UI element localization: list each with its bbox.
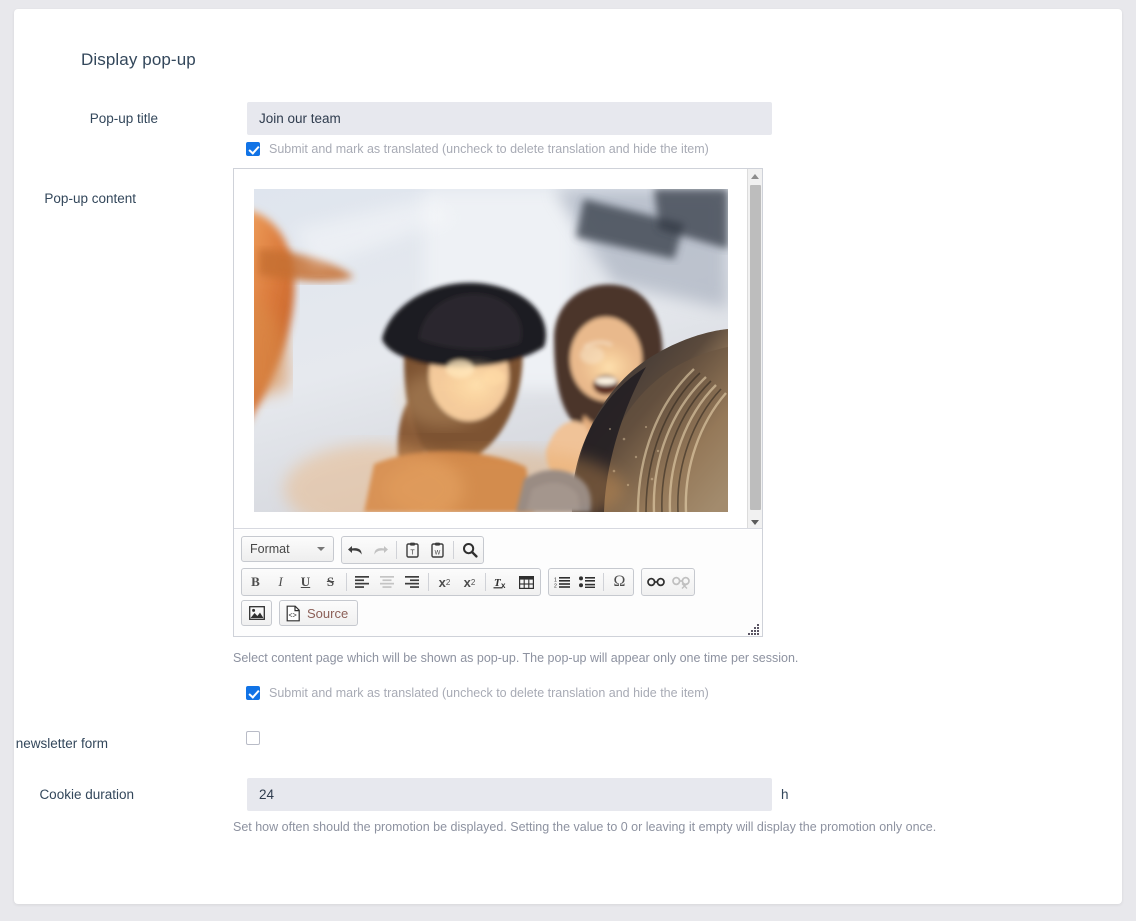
cookie-duration-help: Set how often should the promotion be di… — [233, 820, 937, 834]
toolbar-row-2: B I U S x2 x2 T x 1 2 Ω — [241, 568, 755, 596]
popup-content-translate-row[interactable]: Submit and mark as translated (uncheck t… — [246, 686, 709, 700]
subscript-icon[interactable]: x2 — [432, 570, 457, 594]
toolbar-separator — [396, 541, 397, 559]
paste-from-word-icon[interactable]: W — [425, 538, 450, 562]
newsletter-row[interactable] — [246, 731, 260, 745]
bold-icon[interactable]: B — [243, 570, 268, 594]
paste-as-text-icon[interactable]: T — [400, 538, 425, 562]
align-left-icon[interactable] — [350, 570, 375, 594]
cookie-duration-label: Cookie duration — [39, 787, 134, 802]
editor-vertical-scrollbar[interactable] — [747, 169, 762, 528]
code-icon: <> — [286, 605, 300, 621]
editor-resize-handle[interactable] — [748, 622, 760, 635]
underline-icon[interactable]: U — [293, 570, 318, 594]
undo-icon[interactable] — [343, 538, 368, 562]
format-dropdown-label: Format — [250, 542, 290, 556]
cookie-duration-unit: h — [781, 787, 789, 802]
toolbar-group-formatting: B I U S x2 x2 T x — [241, 568, 541, 596]
svg-text:2: 2 — [554, 584, 557, 588]
toolbar-row-3: <> Source — [241, 600, 755, 626]
unlink-icon — [668, 570, 693, 594]
toolbar-separator — [603, 573, 604, 591]
align-right-icon[interactable] — [400, 570, 425, 594]
remove-format-icon[interactable]: T x — [489, 570, 514, 594]
rich-text-editor[interactable]: Format T W B I U S x 2 x 2 T x 1 2 Ω <> … — [233, 168, 763, 637]
toolbar-separator — [428, 573, 429, 591]
svg-text:W: W — [435, 550, 441, 556]
toolbar-row-1: Format T W — [241, 536, 755, 564]
scroll-up-icon[interactable] — [748, 169, 762, 183]
popup-title-label: Pop-up title — [89, 111, 158, 126]
format-dropdown[interactable]: Format — [241, 536, 334, 562]
chevron-down-icon — [317, 547, 325, 551]
align-center-icon — [375, 570, 400, 594]
newsletter-checkbox[interactable] — [246, 731, 260, 745]
svg-text:<>: <> — [289, 612, 297, 619]
cookie-duration-input[interactable] — [247, 778, 772, 811]
newsletter-label: Show newsletter form — [14, 736, 108, 751]
italic-icon[interactable]: I — [268, 570, 293, 594]
popup-title-translate-label: Submit and mark as translated (uncheck t… — [269, 142, 709, 156]
toolbar-separator — [453, 541, 454, 559]
bulleted-list-icon[interactable] — [575, 570, 600, 594]
source-button-label: Source — [307, 605, 349, 621]
strikethrough-icon[interactable]: S — [318, 570, 343, 594]
special-character-icon[interactable]: Ω — [607, 570, 632, 594]
editor-content-area[interactable] — [234, 169, 762, 529]
toolbar-group-clipboard: T W — [341, 536, 484, 564]
popup-title-translate-checkbox[interactable] — [246, 142, 260, 156]
find-icon[interactable] — [457, 538, 482, 562]
scroll-down-icon[interactable] — [748, 515, 762, 528]
superscript-icon[interactable]: x2 — [457, 570, 482, 594]
redo-icon — [368, 538, 393, 562]
svg-text:T: T — [410, 549, 415, 556]
popup-title-translate-row[interactable]: Submit and mark as translated (uncheck t… — [246, 142, 709, 156]
svg-text:1: 1 — [554, 577, 557, 583]
popup-content-help: Select content page which will be shown … — [233, 651, 799, 665]
settings-card: Display pop-up Pop-up title Submit and m… — [14, 9, 1122, 904]
popup-content-image — [254, 189, 728, 512]
popup-content-translate-label: Submit and mark as translated (uncheck t… — [269, 686, 709, 700]
page-title: Display pop-up — [81, 50, 196, 69]
link-icon[interactable] — [643, 570, 668, 594]
source-button[interactable]: <> Source — [279, 600, 359, 626]
table-icon[interactable] — [514, 570, 539, 594]
toolbar-separator — [346, 573, 347, 591]
toolbar-group-lists: 1 2 Ω — [548, 568, 634, 596]
numbered-list-icon[interactable]: 1 2 — [550, 570, 575, 594]
toolbar-separator — [485, 573, 486, 591]
popup-content-translate-checkbox[interactable] — [246, 686, 260, 700]
editor-toolbar: Format T W B I U S x 2 x 2 T x 1 2 Ω <> … — [234, 530, 762, 636]
insert-image-icon[interactable] — [241, 600, 272, 626]
toolbar-group-links — [641, 568, 695, 596]
scrollbar-thumb[interactable] — [750, 185, 761, 510]
popup-content-label: Pop-up content — [44, 191, 136, 206]
popup-title-input[interactable] — [247, 102, 772, 135]
